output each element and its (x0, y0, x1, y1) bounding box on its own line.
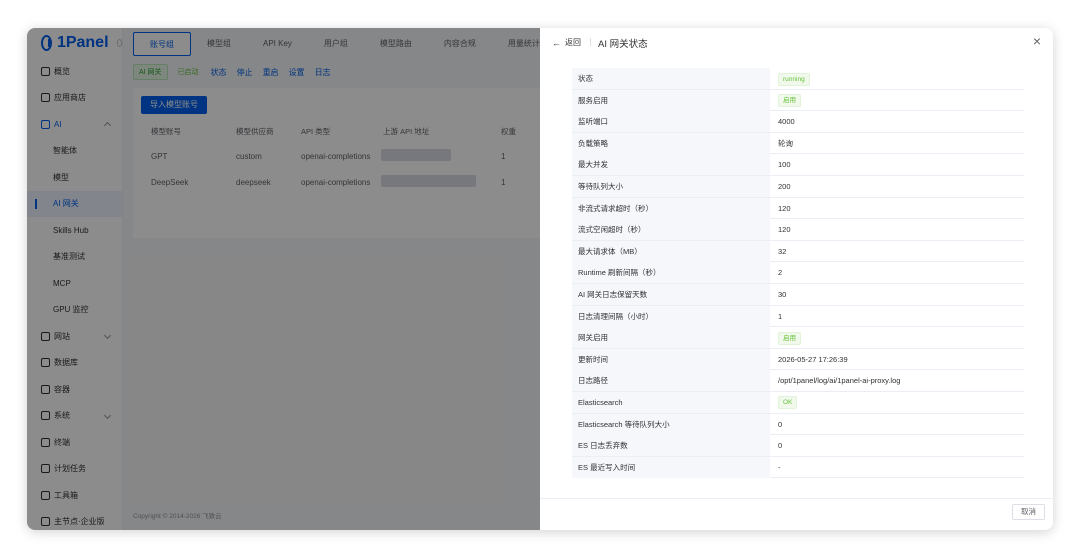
drawer-title: AI 网关状态 (598, 39, 648, 50)
status-label: 状态 (572, 68, 770, 89)
status-row: ES 日志丢弃数 0 (572, 435, 1024, 457)
drawer-header: ← 返回 AI 网关状态 × (540, 28, 1053, 56)
status-value: OK (778, 392, 798, 413)
status-row: Elasticsearch 等待队列大小 0 (572, 413, 1024, 436)
status-row: 状态 running (572, 68, 1024, 90)
status-value: 30 (778, 289, 787, 299)
status-value: 2026-05-27 17:26:39 (778, 354, 848, 364)
status-row: Elasticsearch OK (572, 391, 1024, 414)
status-value: 100 (778, 160, 791, 170)
status-row: 更新时间 2026-05-27 17:26:39 (572, 348, 1024, 371)
status-value: 轮询 (778, 138, 793, 148)
status-row: 监听端口 4000 (572, 111, 1024, 133)
status-row: AI 网关日志保留天数 30 (572, 283, 1024, 306)
status-row: 非流式请求超时（秒） 120 (572, 197, 1024, 220)
status-row: 最大并发 100 (572, 154, 1024, 176)
status-label: 更新时间 (572, 348, 770, 370)
status-label: 日志清理间隔（小时） (572, 305, 770, 327)
status-row: 服务启用 启用 (572, 89, 1024, 112)
status-value: 2 (778, 268, 783, 278)
back-button[interactable]: ← 返回 (552, 37, 581, 48)
cancel-button[interactable]: 取消 (1012, 504, 1045, 520)
status-value: /opt/1panel/log/ai/1panel-ai-proxy.log (778, 376, 901, 386)
status-label: AI 网关日志保留天数 (572, 283, 770, 305)
divider (590, 38, 591, 46)
status-value: 200 (778, 181, 791, 191)
status-value: 1 (778, 311, 783, 321)
status-label: 监听端口 (572, 111, 770, 133)
status-value: 120 (778, 225, 791, 235)
status-label: 等待队列大小 (572, 175, 770, 197)
status-row: 日志路径/opt/1panel/log/ai/1panel-ai-proxy.l… (572, 370, 1024, 392)
status-label: Runtime 刷新间隔（秒） (572, 262, 770, 284)
status-label: 日志路径 (572, 370, 770, 392)
status-row: Runtime 刷新间隔（秒） 2 (572, 262, 1024, 284)
drawer-overlay[interactable] (27, 28, 540, 530)
status-label: ES 最近写入时间 (572, 456, 770, 478)
status-value: 4000 (778, 117, 795, 127)
status-value: 120 (778, 203, 791, 213)
status-row: ES 最近写入时间 - (572, 456, 1024, 479)
status-badge: running (778, 72, 810, 86)
status-value: 启用 (778, 90, 801, 111)
status-label: 负载策略 (572, 132, 770, 154)
status-row: 最大请求体（MB） 32 (572, 240, 1024, 263)
status-label: ES 日志丢弃数 (572, 435, 770, 457)
status-value: 0 (778, 441, 783, 451)
status-value: running (778, 68, 810, 89)
status-label: 最大并发 (572, 154, 770, 176)
status-row: 等待队列大小 200 (572, 175, 1024, 198)
status-badge: 启用 (778, 94, 801, 108)
status-value: 0 (778, 419, 783, 429)
status-value: 启用 (778, 327, 801, 348)
arrow-left-icon: ← (552, 37, 561, 48)
status-label: 最大请求体（MB） (572, 240, 770, 262)
status-row: 负载策略 轮询 (572, 132, 1024, 155)
status-label: 非流式请求超时（秒） (572, 197, 770, 219)
status-value: - (778, 462, 781, 472)
gateway-status-drawer: ← 返回 AI 网关状态 × 状态 running 服务启用 启用 监听端口 4000 负载… (540, 28, 1053, 530)
status-row: 网关启用 启用 (572, 327, 1024, 349)
close-icon[interactable]: × (1033, 33, 1041, 49)
status-label: Elasticsearch 等待队列大小 (572, 413, 770, 435)
status-value: 32 (778, 246, 787, 256)
status-label: 网关启用 (572, 327, 770, 349)
status-label: 流式空闲超时（秒） (572, 219, 770, 241)
status-badge: OK (778, 396, 798, 410)
status-descriptions: 状态 running 服务启用 启用 监听端口 4000 负载策略 轮询 最大并发 100 等待队列… (572, 68, 1024, 479)
back-label: 返回 (565, 38, 581, 47)
status-label: Elasticsearch (572, 391, 770, 413)
status-row: 流式空闲超时（秒） 120 (572, 219, 1024, 241)
status-label: 服务启用 (572, 89, 770, 111)
app-window: 1Panel 概览 应用商店 AI 智能体 模型 AI 网关 Skills Hu… (27, 28, 1053, 530)
drawer-footer: 取消 (540, 498, 1053, 530)
status-badge: 启用 (778, 331, 801, 345)
status-row: 日志清理间隔（小时） 1 (572, 305, 1024, 328)
